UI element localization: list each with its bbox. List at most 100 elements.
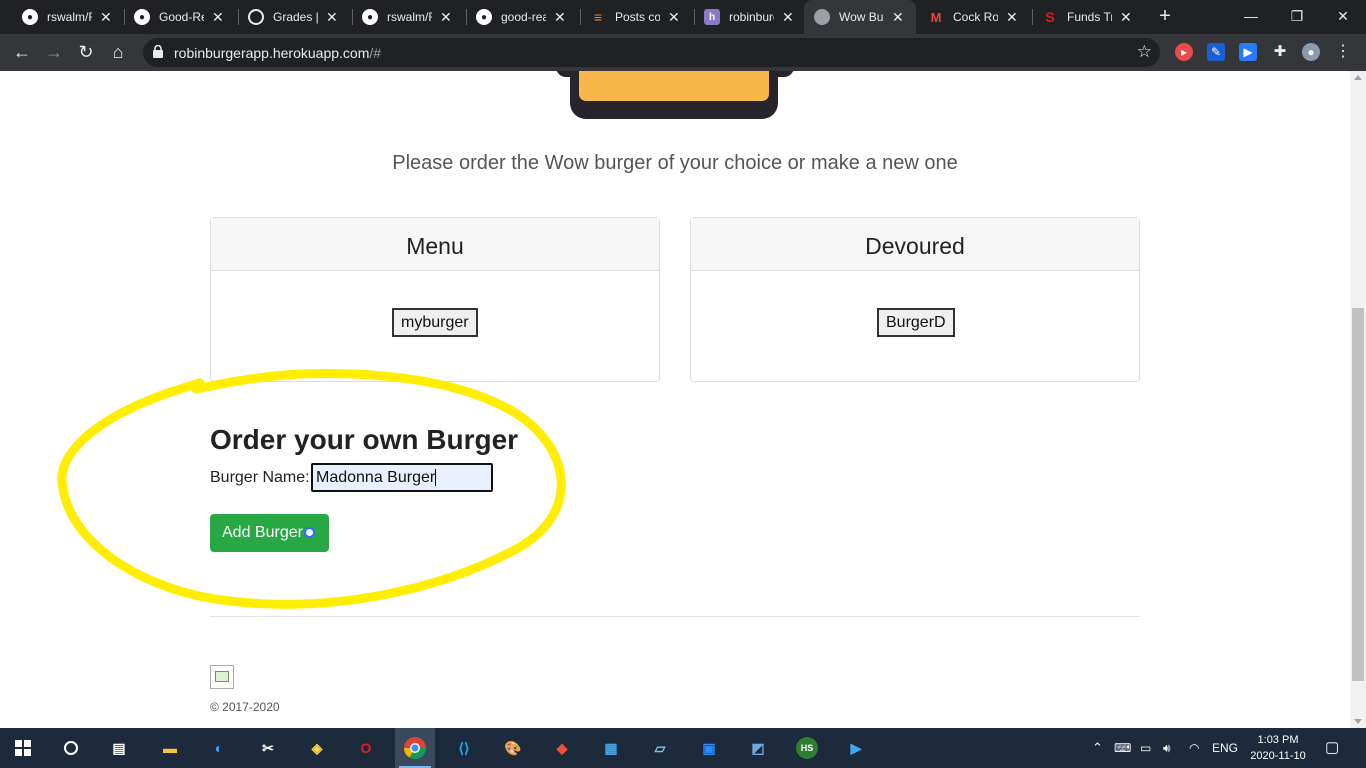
chrome-icon[interactable] [395, 728, 435, 768]
copyright-text: © 2017-2020 [210, 700, 280, 714]
tab-title: Grades | [273, 10, 318, 24]
menu-burger-button[interactable]: myburger [392, 308, 478, 337]
add-burger-button[interactable]: Add Burger [210, 514, 329, 552]
snip-icon[interactable]: ✂ [254, 734, 282, 762]
language-indicator[interactable]: ENG [1212, 728, 1238, 768]
notes-icon[interactable]: ▱ [646, 734, 674, 762]
video-player-icon[interactable]: ▶ [842, 734, 870, 762]
tab-2[interactable]: ● Good-Re ✕ [124, 0, 224, 34]
tab-title: robinburg [729, 10, 774, 24]
menu-card-header: Menu [211, 218, 659, 271]
lock-icon [153, 45, 163, 58]
burger-name-input[interactable]: Madonna Burger [311, 463, 493, 492]
burger-bun [579, 71, 769, 101]
menu-kebab-icon[interactable]: ⋮ [1334, 43, 1352, 61]
text-caret [435, 469, 437, 487]
bookmark-star-icon[interactable]: ☆ [1137, 42, 1152, 62]
vscode-icon[interactable]: ⟨⟩ [450, 734, 478, 762]
git-icon[interactable]: ◆ [548, 734, 576, 762]
add-burger-label: Add Burger [222, 524, 303, 541]
tab-8-active[interactable]: Wow Bur ✕ [804, 0, 916, 34]
tab-10[interactable]: S Funds Tra ✕ [1032, 0, 1132, 34]
close-icon[interactable]: ✕ [100, 9, 112, 26]
form-title: Order your own Burger [210, 424, 519, 455]
wifi-icon[interactable]: ◠ [1189, 728, 1199, 768]
extension-record-icon[interactable]: ▸ [1175, 43, 1193, 61]
tab-title: good-rea [501, 10, 546, 24]
extension-pen-icon[interactable]: ✎ [1207, 43, 1225, 61]
close-icon[interactable]: ✕ [668, 9, 680, 26]
clock-time: 1:03 PM [1257, 734, 1299, 746]
tab-1[interactable]: ● rswalm/R ✕ [12, 0, 112, 34]
heroku-icon: h [704, 9, 720, 25]
app-icon[interactable]: ◈ [303, 734, 331, 762]
broken-image-icon [210, 665, 234, 689]
forward-button[interactable]: → [40, 38, 68, 66]
edge-icon[interactable]: ◐ [205, 734, 233, 762]
taskbar-clock[interactable]: 1:03 PM 2020-11-10 [1246, 732, 1310, 764]
restore-button[interactable]: ❐ [1274, 0, 1320, 34]
devoured-burger-button[interactable]: BurgerD [877, 308, 955, 337]
tab-4[interactable]: ● rswalm/R ✕ [352, 0, 452, 34]
reload-button[interactable]: ↻ [72, 38, 100, 66]
new-tab-button[interactable]: + [1154, 5, 1176, 27]
close-icon[interactable]: ✕ [326, 9, 338, 26]
scotiabank-icon: S [1045, 9, 1055, 25]
tray-chevron-icon[interactable]: ⌃ [1092, 728, 1103, 768]
scroll-thumb[interactable] [1352, 308, 1364, 681]
tab-3[interactable]: Grades | ✕ [238, 0, 338, 34]
tab-7[interactable]: h robinburg ✕ [694, 0, 794, 34]
github-icon: ● [134, 9, 150, 25]
photos-icon[interactable]: ▦ [597, 734, 625, 762]
close-icon[interactable]: ✕ [554, 9, 566, 26]
close-icon[interactable]: ✕ [212, 9, 224, 26]
profile-avatar[interactable]: ● [1302, 43, 1320, 61]
paint-icon[interactable]: 🎨 [499, 734, 527, 762]
gmail-icon: M [930, 9, 942, 25]
globe-icon [814, 9, 830, 25]
stackoverflow-icon: ≡ [593, 9, 603, 25]
tray-keyboard-icon[interactable]: ⌨ [1114, 728, 1131, 768]
home-button[interactable]: ⌂ [104, 38, 132, 66]
devoured-card-header: Devoured [691, 218, 1139, 271]
burger-image [570, 71, 778, 119]
cursor-icon [304, 527, 315, 538]
extensions-puzzle-icon[interactable]: ✚ [1271, 43, 1289, 61]
zoom-icon[interactable]: ▣ [695, 734, 723, 762]
tab-title: Posts cor [615, 10, 660, 24]
close-icon[interactable]: ✕ [892, 9, 904, 26]
page-scrollbar[interactable] [1350, 71, 1366, 728]
close-icon[interactable]: ✕ [782, 9, 794, 26]
devoured-card-body: BurgerD [691, 271, 1139, 381]
windows-start-icon[interactable] [9, 734, 37, 762]
file-explorer-icon[interactable]: ▬ [156, 734, 184, 762]
tab-title: rswalm/R [47, 10, 92, 24]
heidisql-icon[interactable]: HS [793, 734, 821, 762]
tab-title: rswalm/R [387, 10, 432, 24]
notifications-icon[interactable]: ▢ [1325, 728, 1339, 768]
browser-tab-strip: ● rswalm/R ✕ ● Good-Re ✕ Grades | ✕ ● rs… [0, 0, 1366, 34]
battery-icon[interactable]: ▭ [1140, 728, 1151, 768]
minimize-button[interactable]: — [1228, 0, 1274, 34]
scroll-down-arrow-icon[interactable] [1354, 719, 1362, 724]
scroll-up-arrow-icon[interactable] [1354, 75, 1362, 80]
tab-6[interactable]: ≡ Posts cor ✕ [580, 0, 680, 34]
task-view-icon[interactable]: ▤ [105, 734, 133, 762]
close-icon[interactable]: ✕ [1006, 9, 1018, 26]
volume-icon[interactable]: 🔊︎ [1163, 728, 1171, 768]
close-window-button[interactable]: ✕ [1320, 0, 1366, 34]
back-button[interactable]: ← [8, 38, 36, 66]
extension-send-icon[interactable]: ▶ [1239, 43, 1257, 61]
mysql-workbench-icon[interactable]: ◩ [744, 734, 772, 762]
url-host: robinburgerapp.herokuapp.com [174, 45, 370, 61]
search-icon[interactable] [57, 734, 85, 762]
close-icon[interactable]: ✕ [1120, 9, 1132, 26]
tab-9[interactable]: M Cock Roa ✕ [918, 0, 1018, 34]
address-bar[interactable]: robinburgerapp.herokuapp.com/# ☆ [143, 38, 1160, 67]
opera-icon[interactable]: O [352, 734, 380, 762]
tab-title: Cock Roa [953, 10, 998, 24]
tab-title: Wow Bur [839, 10, 884, 24]
close-icon[interactable]: ✕ [440, 9, 452, 26]
burger-name-value: Madonna Burger [316, 469, 436, 486]
tab-5[interactable]: ● good-rea ✕ [466, 0, 566, 34]
